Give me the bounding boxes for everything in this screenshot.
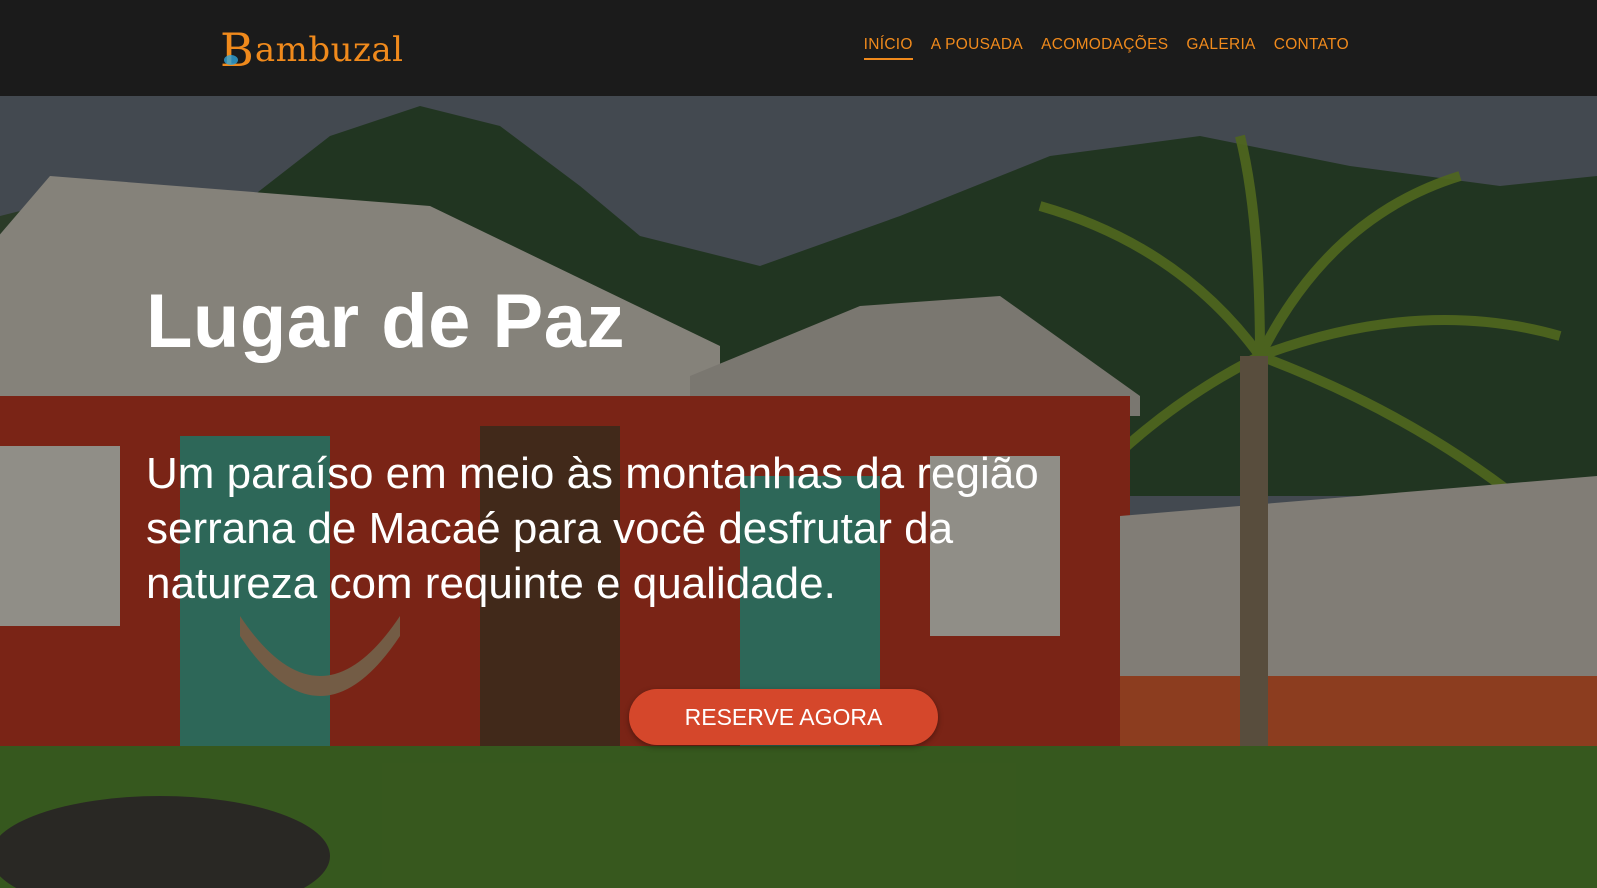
nav-link-pousada[interactable]: A POUSADA	[931, 36, 1023, 60]
brand-logo[interactable]: B ambuzal	[220, 20, 403, 77]
logo-initial: B	[220, 23, 254, 77]
main-nav: INÍCIO A POUSADA ACOMODAÇÕES GALERIA CON…	[863, 36, 1349, 60]
hero-section: Lugar de Paz Um paraíso em meio às monta…	[0, 96, 1597, 888]
nav-link-acomodacoes[interactable]: ACOMODAÇÕES	[1041, 36, 1168, 60]
nav-link-inicio[interactable]: INÍCIO	[863, 36, 913, 60]
top-navbar: B ambuzal INÍCIO A POUSADA ACOMODAÇÕES G…	[0, 0, 1597, 96]
nav-link-contato[interactable]: CONTATO	[1274, 36, 1349, 60]
logo-wordmark: ambuzal	[254, 30, 404, 70]
nav-link-galeria[interactable]: GALERIA	[1186, 36, 1255, 60]
hero-title: Lugar de Paz	[146, 279, 625, 364]
reserve-now-button[interactable]: RESERVE AGORA	[629, 689, 938, 745]
hero-subtitle: Um paraíso em meio às montanhas da regiã…	[146, 449, 1039, 608]
